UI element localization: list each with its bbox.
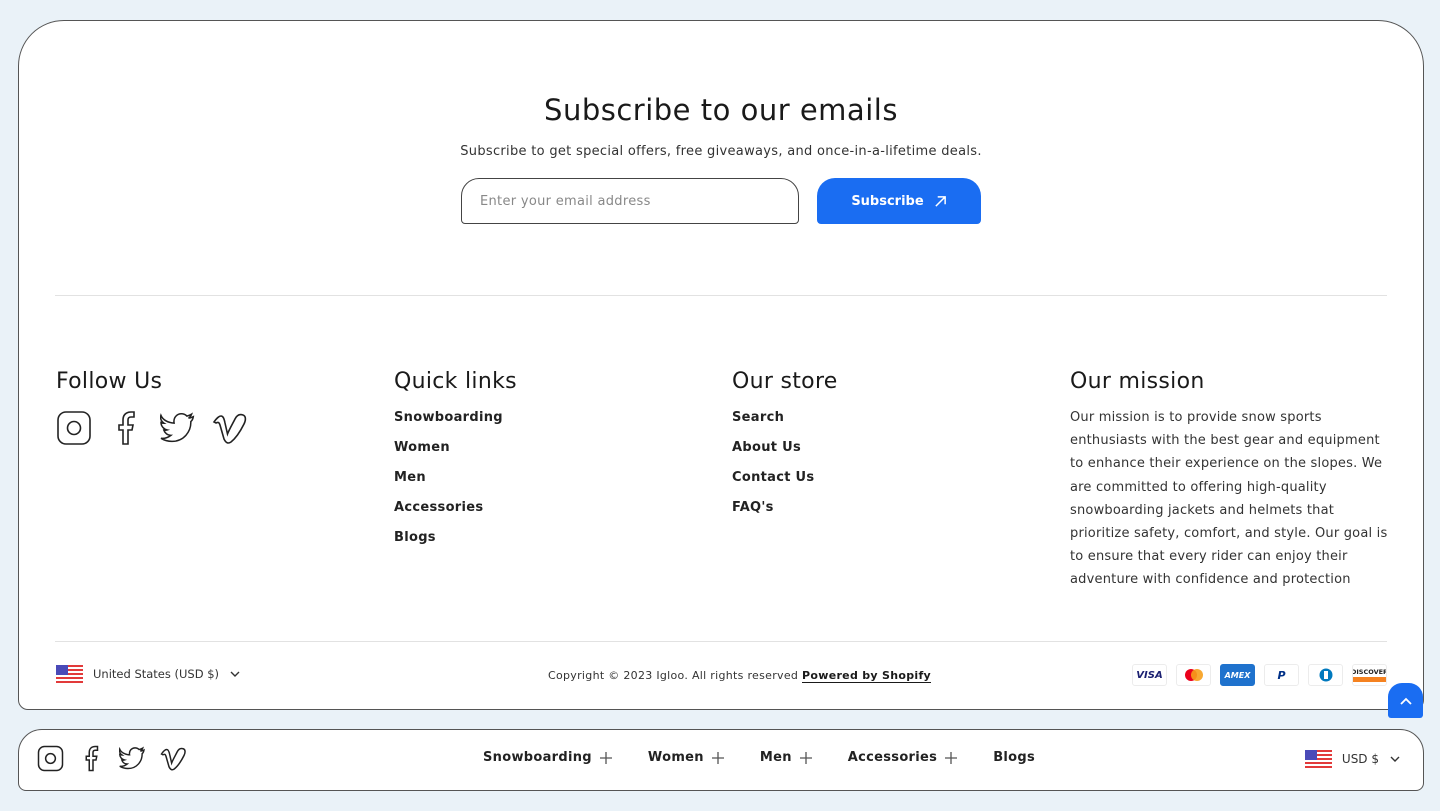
facebook-icon[interactable] (108, 410, 144, 446)
chevron-up-icon (1399, 697, 1412, 705)
store-link-search[interactable]: Search (732, 410, 1070, 425)
nav-item-men[interactable]: Men (760, 750, 812, 765)
instagram-icon[interactable] (37, 745, 64, 772)
amex-icon: AMEX (1220, 664, 1255, 686)
copyright: Copyright © 2023 Igloo. All rights reser… (548, 669, 932, 683)
copyright-text: Copyright © 2023 Igloo. All rights reser… (548, 669, 799, 682)
diners-club-icon (1308, 664, 1343, 686)
our-store-column: Our store Search About Us Contact Us FAQ… (732, 369, 1070, 592)
us-flag-icon (1304, 750, 1332, 768)
newsletter-form: Subscribe (461, 178, 981, 224)
twitter-icon[interactable] (119, 745, 146, 772)
quick-link-accessories[interactable]: Accessories (394, 500, 732, 515)
subscribe-button[interactable]: Subscribe (817, 178, 981, 224)
navbar-social-links (37, 745, 187, 772)
twitter-icon[interactable] (160, 410, 196, 446)
footer-bottom-bar: United States (USD $) Copyright © 2023 I… (56, 661, 1387, 691)
social-links (56, 410, 394, 446)
vimeo-icon[interactable] (160, 745, 187, 772)
nav-item-label: Blogs (993, 750, 1036, 765)
nav-item-label: Men (759, 750, 792, 765)
vimeo-icon[interactable] (212, 410, 248, 446)
nav-item-label: Accessories (847, 750, 938, 765)
follow-us-heading: Follow Us (56, 369, 163, 394)
newsletter-title: Subscribe to our emails (544, 93, 898, 127)
payment-methods: VISA AMEX P DISCOVER (1132, 664, 1387, 686)
chevron-down-icon (1390, 756, 1400, 762)
nav-item-blogs[interactable]: Blogs (993, 750, 1035, 765)
our-mission-heading: Our mission (1070, 369, 1205, 394)
quick-link-women[interactable]: Women (394, 440, 732, 455)
discover-icon: DISCOVER (1352, 664, 1387, 686)
store-link-faqs[interactable]: FAQ's (732, 500, 1070, 515)
visa-icon: VISA (1132, 664, 1167, 686)
plus-icon (711, 751, 724, 764)
paypal-icon: P (1264, 664, 1299, 686)
navbar-menu: Snowboarding Women Men Accessories Blogs (483, 750, 1035, 765)
email-input[interactable] (461, 178, 799, 224)
nav-item-accessories[interactable]: Accessories (847, 750, 958, 765)
nav-item-label: Women (647, 750, 704, 765)
mission-text: Our mission is to provide snow sports en… (1070, 410, 1388, 588)
nav-item-women[interactable]: Women (648, 750, 724, 765)
facebook-icon[interactable] (78, 745, 105, 772)
plus-icon (945, 751, 958, 764)
follow-us-column: Follow Us (56, 369, 394, 592)
plus-icon (599, 751, 612, 764)
store-link-contact-us[interactable]: Contact Us (732, 470, 1070, 485)
bottom-navbar: Snowboarding Women Men Accessories Blogs… (18, 729, 1424, 791)
footer-columns: Follow Us Quick links Snowboarding Women… (56, 369, 1408, 592)
chevron-down-icon (230, 671, 240, 677)
our-mission-column: Our mission Our mission is to provide sn… (1070, 369, 1408, 592)
instagram-icon[interactable] (56, 410, 92, 446)
footer-panel: Subscribe to our emails Subscribe to get… (18, 20, 1424, 710)
our-store-heading: Our store (732, 369, 838, 394)
country-selector[interactable]: United States (USD $) (56, 665, 241, 683)
subscribe-button-label: Subscribe (851, 193, 924, 209)
powered-by-shopify-link[interactable]: Powered by Shopify (802, 669, 932, 683)
mastercard-icon (1176, 664, 1211, 686)
quick-link-snowboarding[interactable]: Snowboarding (394, 410, 732, 425)
us-flag-icon (56, 665, 83, 683)
store-link-about-us[interactable]: About Us (732, 440, 1070, 455)
plus-icon (799, 751, 812, 764)
quick-links-column: Quick links Snowboarding Women Men Acces… (394, 369, 732, 592)
quick-link-blogs[interactable]: Blogs (394, 530, 732, 545)
newsletter-description: Subscribe to get special offers, free gi… (460, 144, 982, 159)
arrow-up-right-icon (935, 195, 946, 207)
scroll-to-top-button[interactable] (1388, 683, 1423, 718)
divider (55, 641, 1387, 642)
quick-links-heading: Quick links (394, 369, 517, 394)
currency-label: USD $ (1341, 752, 1379, 766)
currency-selector[interactable]: USD $ (1304, 750, 1401, 768)
nav-item-snowboarding[interactable]: Snowboarding (483, 750, 612, 765)
quick-link-men[interactable]: Men (394, 470, 732, 485)
country-selector-label: United States (USD $) (93, 667, 220, 681)
nav-item-label: Snowboarding (483, 750, 592, 765)
newsletter-section: Subscribe to our emails Subscribe to get… (19, 93, 1423, 159)
divider (55, 295, 1387, 296)
